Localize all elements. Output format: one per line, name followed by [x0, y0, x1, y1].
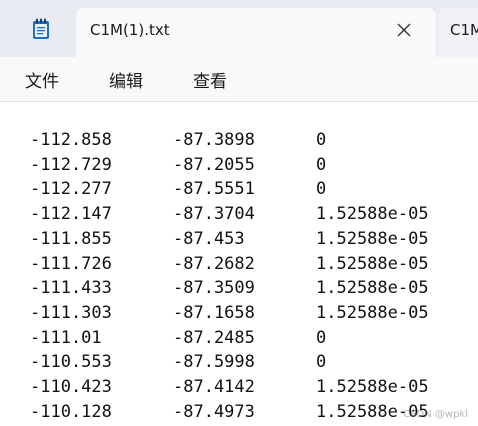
line-value: -87.5998: [173, 352, 255, 373]
tab-strip: C1M(1).txt C1M: [0, 0, 478, 57]
line-value: -111.01: [30, 327, 102, 348]
watermark-text: CSDN @wpkl: [403, 409, 468, 420]
tab-active-file[interactable]: C1M(1).txt: [76, 8, 436, 57]
line-value: 0: [316, 327, 327, 348]
line-value: -110.423: [30, 377, 112, 397]
line-value: -87.3704: [173, 204, 255, 225]
line-value: -110.553: [30, 352, 112, 373]
line-value: -110.128: [30, 401, 112, 422]
line-value: -87.4142: [173, 377, 255, 397]
menu-edit[interactable]: 编辑: [109, 67, 143, 92]
line-value: 1.52588e-05: [316, 253, 429, 274]
line-value: -111.855: [30, 228, 112, 249]
line-value: -87.4973: [173, 401, 255, 422]
menu-view[interactable]: 查看: [193, 67, 227, 92]
line-value: 1.52588e-05: [316, 377, 429, 397]
line-value: -87.453: [173, 228, 245, 249]
tab-title: C1M(1).txt: [90, 21, 170, 39]
text-editor[interactable]: -112.858 -87.3898 0 -112.729 -87.2055 0 -112.2…: [0, 102, 478, 426]
line-value: 0: [316, 179, 327, 200]
menu-bar: 文件 编辑 查看: [0, 57, 478, 102]
line-value: 1.52588e-05: [316, 278, 429, 299]
line-value: -111.433: [30, 278, 112, 299]
line-value: -87.1658: [173, 302, 255, 323]
tab-next-title: C1M: [450, 21, 478, 39]
line-value: -87.2055: [173, 154, 255, 175]
line-value: -111.303: [30, 302, 112, 323]
line-value: 1.52588e-05: [316, 204, 429, 225]
line-value: -112.277: [30, 179, 112, 200]
menu-file[interactable]: 文件: [25, 67, 59, 92]
close-icon[interactable]: [394, 20, 414, 40]
tab-next-file[interactable]: C1M: [438, 8, 478, 57]
line-value: 1.52588e-05: [316, 302, 429, 323]
line-value: -112.147: [30, 204, 112, 225]
line-value: -87.3509: [173, 278, 255, 299]
line-value: 0: [316, 352, 327, 373]
line-value: -87.2682: [173, 253, 255, 274]
notepad-icon: [32, 18, 50, 40]
line-value: -111.726: [30, 253, 112, 274]
line-value: 1.52588e-05: [316, 228, 429, 249]
notepad-window: C1M(1).txt C1M 文件 编辑 查看 -112.858 -87.3898…: [0, 0, 478, 426]
line-value: 0: [316, 130, 327, 150]
line-value: -112.729: [30, 154, 112, 175]
line-value: 0: [316, 154, 327, 175]
line-value: -87.5551: [173, 179, 255, 200]
line-value: -112.858: [30, 130, 112, 150]
line-value: -87.3898: [173, 130, 255, 150]
line-value: -87.2485: [173, 327, 255, 348]
